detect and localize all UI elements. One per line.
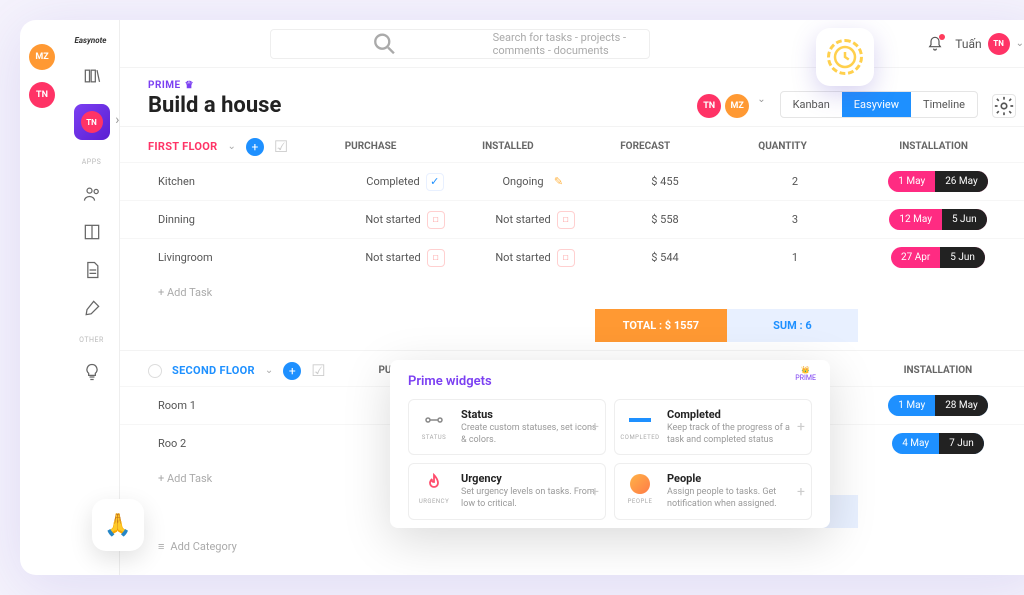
brand-logo[interactable]: Easynote — [75, 32, 109, 48]
crown-icon: ♛ — [185, 80, 194, 91]
avatar-mz[interactable]: MZ — [29, 44, 55, 70]
widget-completed[interactable]: COMPLETED CompletedKeep track of the pro… — [614, 399, 812, 455]
people-icon[interactable] — [82, 184, 102, 204]
col-forecast: FORECAST — [577, 141, 714, 152]
search-input[interactable]: Search for tasks - projects - comments -… — [270, 29, 650, 59]
add-task-button[interactable]: + Add Task — [120, 276, 1024, 309]
forecast-cell: $ 544 — [600, 251, 730, 264]
box-icon: □ — [557, 211, 575, 229]
settings-button[interactable] — [992, 94, 1016, 118]
quantity-cell: 1 — [730, 251, 860, 264]
board-icon[interactable] — [82, 222, 102, 242]
quantity-cell: 2 — [730, 175, 860, 188]
date-pill[interactable]: 27 Apr5 Jun — [891, 247, 985, 268]
total-forecast: TOTAL : $ 1557 — [595, 309, 727, 342]
rail-apps-label: APPS — [82, 158, 102, 166]
box-icon: □ — [427, 211, 445, 229]
add-widget-button[interactable]: + — [797, 484, 805, 500]
task-name[interactable]: Roo 2 — [148, 437, 340, 450]
tab-timeline[interactable]: Timeline — [911, 92, 977, 117]
col-quantity: QUANTITY — [714, 141, 851, 152]
date-pill[interactable]: 1 May26 May — [888, 171, 988, 192]
box-icon: □ — [427, 249, 445, 267]
date-pill[interactable]: 4 May7 Jun — [892, 433, 984, 454]
task-name[interactable]: Dinning — [148, 213, 340, 226]
table-row[interactable]: Dinning Not started□ Not started□ $ 558 … — [120, 200, 1024, 238]
chevron-down-icon[interactable]: ⌄ — [265, 365, 273, 376]
date-pill[interactable]: 12 May5 Jun — [889, 209, 986, 230]
sum-quantity: SUM : 6 — [727, 309, 859, 342]
notifications-icon[interactable] — [927, 36, 943, 52]
workspace-avatars: MZ TN — [20, 20, 64, 575]
page-header: PRIME ♛ Build a house TN MZ ⌄ Kanban Eas… — [120, 68, 1024, 126]
widget-people[interactable]: PEOPLE PeopleAssign people to tasks. Get… — [614, 463, 812, 519]
tab-kanban[interactable]: Kanban — [781, 92, 842, 117]
check-icon: ✓ — [426, 173, 444, 191]
table-row[interactable]: Livingroom Not started□ Not started□ $ 5… — [120, 238, 1024, 276]
lightbulb-icon[interactable] — [82, 362, 102, 382]
add-widget-button[interactable]: + — [797, 419, 805, 435]
add-widget-button[interactable]: + — [591, 484, 599, 500]
header-avatars[interactable]: TN MZ ⌄ — [697, 94, 765, 118]
avatar-tn[interactable]: TN — [29, 82, 55, 108]
pencil-icon: ✎ — [550, 173, 568, 191]
task-name[interactable]: Livingroom — [148, 251, 340, 264]
checkbox-column-icon[interactable]: ☑ — [274, 137, 292, 156]
prime-tag: PRIME ♛ — [148, 80, 683, 91]
rail-other-label: OTHER — [79, 336, 104, 344]
avatar-icon — [628, 472, 652, 496]
popover-title: Prime widgets — [408, 374, 812, 389]
status-icon — [422, 408, 446, 432]
task-name[interactable]: Room 1 — [148, 399, 340, 412]
prime-widgets-popover: Prime widgets 👑PRIME STATUS StatusCreate… — [390, 360, 830, 528]
chevron-down-icon: ⌄ — [1016, 38, 1024, 49]
clock-badge[interactable] — [816, 28, 874, 86]
col-installed: INSTALLED — [439, 141, 576, 152]
quantity-cell: 3 — [730, 213, 860, 226]
active-app-tile[interactable]: TN — [74, 104, 110, 140]
topbar: Search for tasks - projects - comments -… — [120, 20, 1024, 68]
col-installation: INSTALLATION — [851, 141, 1016, 152]
document-icon[interactable] — [82, 260, 102, 280]
flame-icon — [422, 472, 446, 496]
add-column-button[interactable]: + — [283, 362, 301, 380]
section-title[interactable]: SECOND FLOOR — [172, 364, 255, 377]
col-purchase: PURCHASE — [302, 141, 439, 152]
tab-easyview[interactable]: Easyview — [842, 92, 911, 117]
search-placeholder: Search for tasks - projects - comments -… — [493, 31, 638, 57]
add-widget-button[interactable]: + — [591, 419, 599, 435]
brush-icon[interactable] — [82, 298, 102, 318]
add-category-button[interactable]: ≡Add Category — [120, 528, 1024, 565]
totals-row: TOTAL : $ 1557 SUM : 6 — [120, 309, 1024, 342]
forecast-cell: $ 455 — [600, 175, 730, 188]
widget-urgency[interactable]: URGENCY UrgencySet urgency levels on tas… — [408, 463, 606, 519]
task-name[interactable]: Kitchen — [148, 175, 340, 188]
table-row[interactable]: Kitchen Completed✓ Ongoing✎ $ 455 2 1 Ma… — [120, 162, 1024, 200]
section-radio[interactable] — [148, 364, 162, 378]
section-header-first: FIRST FLOOR ⌄ + ☑ PURCHASE INSTALLED FOR… — [120, 126, 1024, 162]
page-title: Build a house — [148, 93, 683, 118]
section-title[interactable]: FIRST FLOOR — [148, 140, 218, 153]
add-column-button[interactable]: + — [246, 138, 264, 156]
widget-status[interactable]: STATUS StatusCreate custom statuses, set… — [408, 399, 606, 455]
date-pill[interactable]: 1 May28 May — [888, 395, 988, 416]
box-icon: □ — [557, 249, 575, 267]
view-tabs: Kanban Easyview Timeline — [780, 91, 978, 118]
praying-hands-badge[interactable]: 🙏 — [92, 499, 144, 551]
forecast-cell: $ 558 — [600, 213, 730, 226]
progress-icon — [628, 408, 652, 432]
col-installation: INSTALLATION — [860, 365, 1016, 376]
left-rail: Easynote TN APPS OTHER — [64, 20, 120, 575]
user-menu[interactable]: Tuấn TN ⌄ — [955, 33, 1024, 55]
prime-badge: 👑PRIME — [795, 366, 816, 382]
user-name: Tuấn — [955, 37, 981, 51]
library-icon[interactable] — [82, 66, 102, 86]
checkbox-column-icon[interactable]: ☑ — [311, 361, 329, 380]
chevron-down-icon[interactable]: ⌄ — [228, 141, 236, 152]
chevron-down-icon: ⌄ — [757, 94, 765, 118]
